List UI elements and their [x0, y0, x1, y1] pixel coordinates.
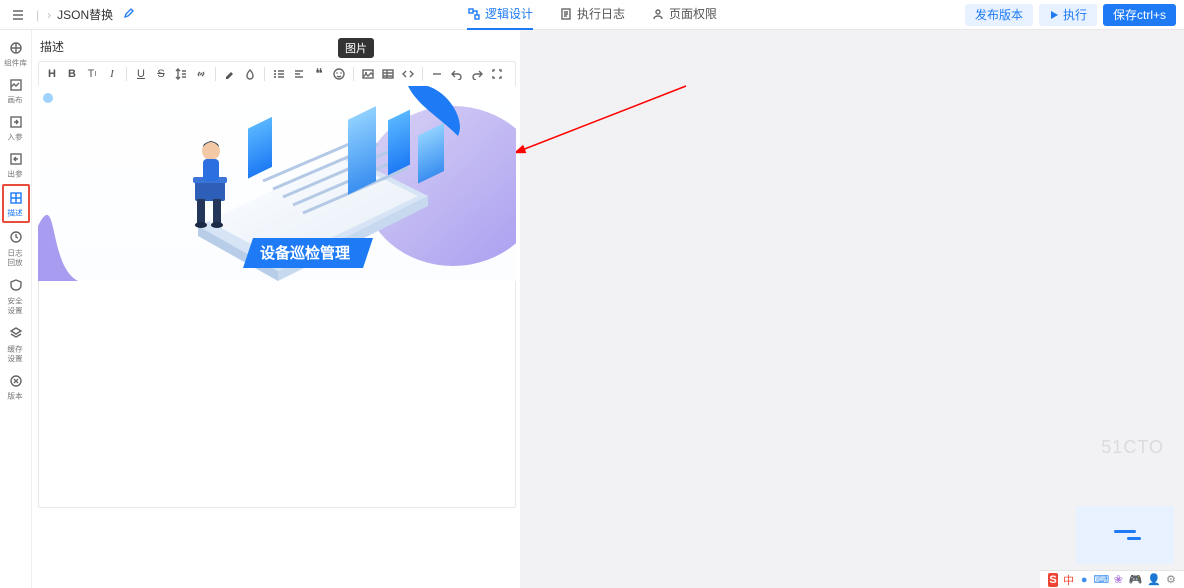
keyboard-icon[interactable]: ⌨ [1094, 573, 1108, 587]
ime-lang-indicator[interactable]: 中 [1063, 573, 1074, 587]
nav-label: 画布 [8, 96, 23, 105]
canvas-icon [8, 77, 24, 93]
tab-page-permission[interactable]: 页面权限 [651, 0, 717, 30]
code-button[interactable] [399, 65, 417, 83]
font-size-button[interactable]: TI [83, 65, 101, 83]
toolbar-separator [422, 67, 423, 81]
exec-log-icon [559, 7, 573, 21]
extra-icon[interactable]: ❀ [1113, 573, 1123, 587]
top-bar: | › JSON替换 逻辑设计 执行日志 页面权限 发布版本 [0, 0, 1184, 30]
logic-design-icon [467, 7, 481, 21]
inparam-icon [8, 114, 24, 130]
nav-components[interactable]: 组件库 [2, 36, 30, 71]
version-icon [8, 373, 24, 389]
nav-inparam[interactable]: 入参 [2, 110, 30, 145]
breadcrumb-separator: | [36, 8, 39, 22]
user-icon[interactable]: 👤 [1147, 573, 1161, 587]
tab-label: 执行日志 [577, 5, 625, 22]
illustration-caption: 设备巡检管理 [260, 244, 350, 262]
mic-icon[interactable]: ● [1079, 573, 1089, 587]
ime-icon[interactable]: S [1048, 573, 1058, 587]
toolbar-separator [264, 67, 265, 81]
edit-title-icon[interactable] [123, 7, 135, 22]
tab-exec-log[interactable]: 执行日志 [559, 0, 625, 30]
highlight-button[interactable] [221, 65, 239, 83]
menu-toggle-icon[interactable] [8, 5, 28, 25]
image-button[interactable] [359, 65, 377, 83]
align-button[interactable] [290, 65, 308, 83]
nav-desc[interactable]: 描述 [2, 184, 30, 223]
table-button[interactable] [379, 65, 397, 83]
breadcrumb: | › JSON替换 [8, 5, 135, 25]
text-color-button[interactable] [241, 65, 259, 83]
toolbar-separator [353, 67, 354, 81]
nav-version[interactable]: 版本 [2, 369, 30, 404]
hr-button[interactable] [428, 65, 446, 83]
tab-label: 页面权限 [669, 5, 717, 22]
quote-button[interactable]: ❝ [310, 65, 328, 83]
nav-label: 出参 [8, 170, 23, 179]
toolbar-separator [126, 67, 127, 81]
bold-button[interactable]: B [63, 65, 81, 83]
editor-inline-image: 设备巡检管理 [38, 86, 516, 281]
chevron-right-icon: › [47, 8, 51, 22]
watermark: 51CTO [1101, 437, 1164, 458]
outparam-icon [8, 151, 24, 167]
toolbar-separator [215, 67, 216, 81]
header-tabs: 逻辑设计 执行日志 页面权限 [467, 0, 717, 30]
desc-icon [8, 190, 24, 206]
nav-security[interactable]: 安全 设置 [2, 273, 30, 319]
unordered-list-button[interactable] [270, 65, 288, 83]
design-canvas[interactable]: 51CTO S 中 ● ⌨ ❀ 🎮 👤 ⚙ [520, 30, 1184, 588]
nav-label: 版本 [8, 392, 23, 401]
game-icon[interactable]: 🎮 [1128, 573, 1142, 587]
underline-button[interactable]: U [132, 65, 150, 83]
annotation-arrow [516, 80, 696, 160]
nav-label: 安全 设置 [8, 297, 23, 316]
cache-icon [8, 325, 24, 341]
tab-logic-design[interactable]: 逻辑设计 [467, 0, 533, 30]
nav-logreplay[interactable]: 日志 回放 [2, 225, 30, 271]
fullscreen-button[interactable] [488, 65, 506, 83]
permission-icon [651, 7, 665, 21]
strikethrough-button[interactable]: S [152, 65, 170, 83]
play-icon [1049, 10, 1059, 20]
line-height-button[interactable] [172, 65, 190, 83]
nav-label: 缓存 设置 [8, 345, 23, 364]
italic-button[interactable]: I [103, 65, 121, 83]
nav-outparam[interactable]: 出参 [2, 147, 30, 182]
nav-label: 入参 [8, 133, 23, 142]
publish-button[interactable]: 发布版本 [965, 4, 1033, 26]
header-actions: 发布版本 执行 保存ctrl+s [965, 4, 1176, 26]
editor-toolbar: H B TI I U S ❝ [39, 62, 515, 87]
hint-line-icon [1127, 537, 1141, 540]
logreplay-icon [8, 229, 24, 245]
image-button-tooltip: 图片 [338, 38, 374, 58]
redo-button[interactable] [468, 65, 486, 83]
link-button[interactable] [192, 65, 210, 83]
nav-label: 组件库 [4, 59, 27, 68]
floating-hint-card[interactable] [1076, 506, 1174, 564]
security-icon [8, 277, 24, 293]
components-icon [8, 40, 24, 56]
left-nav: 组件库 画布 入参 出参 描述 日志 回放 安全 设置 缓存 设置 版本 [0, 30, 32, 588]
tab-label: 逻辑设计 [485, 5, 533, 22]
save-button[interactable]: 保存ctrl+s [1103, 4, 1176, 26]
heading-button[interactable]: H [43, 65, 61, 83]
undo-button[interactable] [448, 65, 466, 83]
nav-label: 日志 回放 [8, 249, 23, 268]
nav-canvas[interactable]: 画布 [2, 73, 30, 108]
panel-title: 描述 [38, 36, 516, 61]
hint-line-icon [1114, 530, 1136, 533]
breadcrumb-title: JSON替换 [57, 6, 113, 23]
run-button[interactable]: 执行 [1039, 4, 1097, 26]
nav-label: 描述 [8, 209, 23, 218]
nav-cache[interactable]: 缓存 设置 [2, 321, 30, 367]
settings-icon[interactable]: ⚙ [1166, 573, 1176, 587]
emoji-button[interactable] [330, 65, 348, 83]
system-taskbar: S 中 ● ⌨ ❀ 🎮 👤 ⚙ [1040, 570, 1184, 588]
